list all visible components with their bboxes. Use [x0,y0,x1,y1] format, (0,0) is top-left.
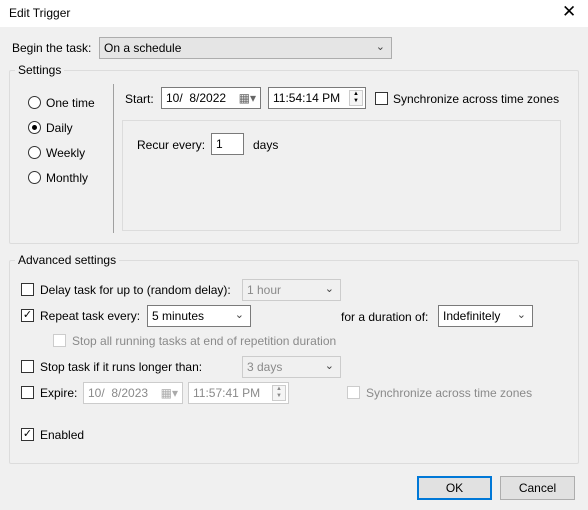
repeat-value: 5 minutes [152,309,205,323]
recur-input[interactable]: 1 [211,133,244,155]
enabled-label: Enabled [40,428,85,442]
sync-checkbox[interactable] [375,92,388,105]
stop-all-checkbox[interactable] [53,334,66,347]
radio-one-time[interactable] [28,96,41,109]
recurrence-panel [122,120,561,231]
expire-sync-label: Synchronize across time zones [366,386,533,400]
start-time: 11:54:14 PM [273,91,341,105]
stop-task-label: Stop task if it runs longer than: [40,360,203,374]
start-date-picker[interactable]: 10/ 8/2022 ▦▾ [161,87,261,109]
spinner-icon[interactable]: ▲ ▼ [349,90,363,106]
recur-unit: days [253,138,279,152]
expire-date: 10/ 8/2023 [88,386,149,400]
chevron-down-icon: ⌄ [375,41,385,53]
ok-button[interactable]: OK [417,476,492,500]
duration-select[interactable]: Indefinitely ⌄ [438,305,533,327]
repeat-label: Repeat task every: [40,309,141,323]
sync-label: Synchronize across time zones [393,92,560,106]
radio-label: Weekly [46,146,86,160]
recur-label: Recur every: [137,138,206,152]
cancel-button[interactable]: Cancel [500,476,575,500]
radio-weekly[interactable] [28,146,41,159]
expire-date-picker[interactable]: 10/ 8/2023 ▦▾ [83,382,183,404]
radio-label: Daily [46,121,73,135]
stop-task-value: 3 days [247,360,283,374]
expire-label: Expire: [40,386,78,400]
stop-task-checkbox[interactable] [21,360,34,373]
duration-label: for a duration of: [341,310,429,324]
stop-all-label: Stop all running tasks at end of repetit… [72,334,337,348]
start-time-input[interactable]: 11:54:14 PM ▲ ▼ [268,87,366,109]
start-date: 10/ 8/2022 [166,91,227,105]
duration-value: Indefinitely [443,309,501,323]
stop-task-select[interactable]: 3 days ⌄ [242,356,341,378]
delay-value: 1 hour [247,283,282,297]
chevron-down-icon: ⌄ [516,309,526,321]
chevron-down-icon: ⌄ [324,283,334,295]
repeat-checkbox[interactable]: ✓ [21,309,34,322]
expire-time-input[interactable]: 11:57:41 PM ▲ ▼ [188,382,289,404]
chevron-down-icon: ⌄ [324,360,334,372]
enabled-checkbox[interactable]: ✓ [21,428,34,441]
begin-value: On a schedule [104,41,182,55]
expire-checkbox[interactable] [21,386,34,399]
radio-daily[interactable] [28,121,41,134]
expire-sync-checkbox[interactable] [347,386,360,399]
begin-label: Begin the task: [12,41,92,55]
repeat-select[interactable]: 5 minutes ⌄ [147,305,251,327]
radio-label: One time [46,96,95,110]
settings-legend: Settings [15,63,65,77]
expire-time: 11:57:41 PM [193,386,261,400]
begin-select[interactable]: On a schedule ⌄ [99,37,392,59]
radio-label: Monthly [46,171,89,185]
spinner-icon[interactable]: ▲ ▼ [272,385,286,401]
window-title: Edit Trigger [9,6,71,20]
calendar-icon: ▦▾ [160,386,178,400]
advanced-legend: Advanced settings [15,253,120,267]
title-bar: Edit Trigger ✕ [0,0,588,27]
delay-checkbox[interactable] [21,283,34,296]
delay-select[interactable]: 1 hour ⌄ [242,279,341,301]
radio-monthly[interactable] [28,171,41,184]
start-label: Start: [125,92,154,106]
divider [113,84,114,233]
chevron-down-icon: ⌄ [234,309,244,321]
close-icon[interactable]: ✕ [562,2,576,22]
delay-label: Delay task for up to (random delay): [40,283,231,297]
calendar-icon: ▦▾ [238,91,256,105]
